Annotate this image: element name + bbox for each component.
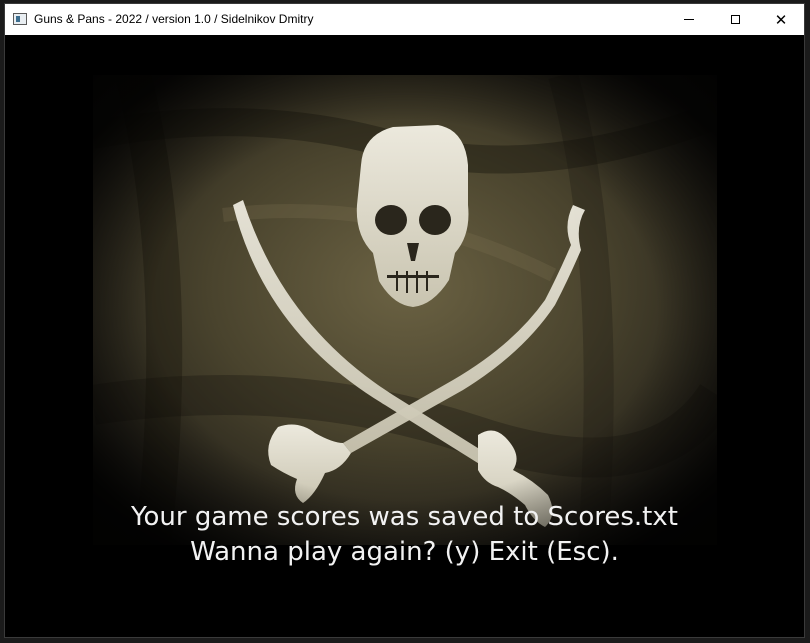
window-title: Guns & Pans - 2022 / version 1.0 / Sidel… bbox=[34, 12, 314, 26]
pirate-flag-image bbox=[93, 75, 717, 545]
maximize-button[interactable] bbox=[712, 4, 758, 35]
scores-saved-message: Your game scores was saved to Scores.txt bbox=[131, 502, 678, 532]
app-window-icon bbox=[13, 13, 27, 25]
game-window: Guns & Pans - 2022 / version 1.0 / Sidel… bbox=[5, 4, 804, 637]
minimize-icon bbox=[684, 19, 694, 20]
play-again-prompt: Wanna play again? (y) Exit (Esc). bbox=[190, 537, 619, 567]
close-button[interactable]: ✕ bbox=[758, 4, 804, 35]
minimize-button[interactable] bbox=[666, 4, 712, 35]
title-bar[interactable]: Guns & Pans - 2022 / version 1.0 / Sidel… bbox=[5, 4, 804, 36]
game-canvas[interactable]: Your game scores was saved to Scores.txt… bbox=[5, 35, 804, 637]
close-icon: ✕ bbox=[774, 10, 788, 29]
maximize-icon bbox=[730, 15, 740, 24]
